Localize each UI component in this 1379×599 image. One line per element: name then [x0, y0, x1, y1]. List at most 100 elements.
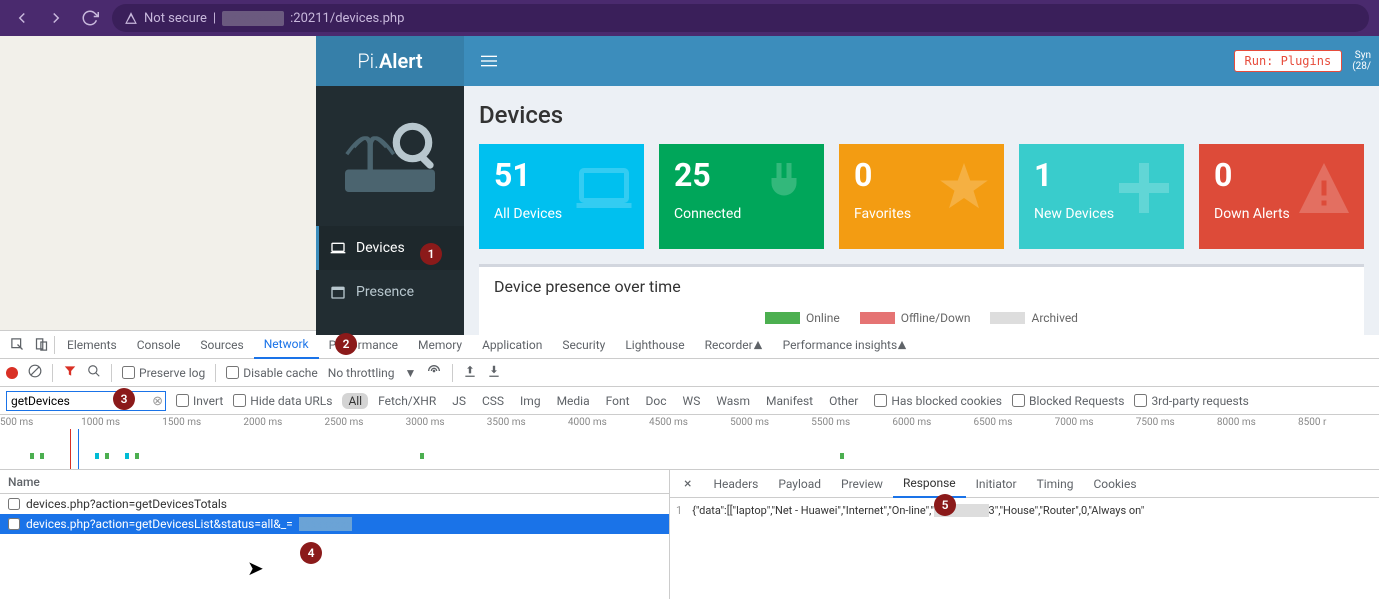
annotation-5: 5	[934, 494, 956, 516]
device-toggle-icon[interactable]	[30, 337, 52, 352]
legend-online[interactable]: Online	[765, 311, 840, 325]
laptop-icon	[330, 240, 346, 256]
devtools-tab-performance-insights[interactable]: Performance insights	[773, 331, 918, 359]
download-har-icon[interactable]	[487, 364, 501, 381]
request-list-header[interactable]: Name	[0, 470, 669, 494]
filter-type-js[interactable]: JS	[446, 393, 472, 409]
response-body[interactable]: 1 {"data":[["laptop","Net - Huawei","Int…	[670, 498, 1379, 523]
close-details-icon[interactable]: ×	[676, 476, 699, 492]
response-tab-cookies[interactable]: Cookies	[1083, 470, 1146, 498]
star-icon	[934, 154, 994, 236]
clear-button[interactable]	[28, 364, 42, 381]
plug-icon	[754, 154, 814, 236]
hide-data-urls-check[interactable]: Hide data URLs	[233, 394, 332, 408]
response-tab-preview[interactable]: Preview	[831, 470, 893, 498]
timeline-tick: 1000 ms	[81, 417, 162, 428]
timeline-tick: 8000 ms	[1217, 417, 1298, 428]
request-row[interactable]: devices.php?action=getDevicesTotals	[0, 494, 669, 514]
response-tab-timing[interactable]: Timing	[1027, 470, 1084, 498]
stat-card[interactable]: 0Favorites	[839, 144, 1004, 249]
back-button[interactable]	[10, 6, 34, 30]
devtools-tab-memory[interactable]: Memory	[408, 331, 472, 359]
router-scan-icon	[335, 111, 445, 201]
filter-type-ws[interactable]: WS	[677, 393, 707, 409]
filter-type-other[interactable]: Other	[823, 393, 864, 409]
response-tab-payload[interactable]: Payload	[768, 470, 831, 498]
timeline-tick: 3000 ms	[406, 417, 487, 428]
devtools-tab-performance[interactable]: Performance	[319, 331, 408, 359]
sidebar-devices-label: Devices	[356, 240, 405, 256]
filter-type-font[interactable]: Font	[600, 393, 636, 409]
run-plugins-button[interactable]: Run: Plugins	[1234, 50, 1343, 72]
stat-card[interactable]: 51All Devices	[479, 144, 644, 249]
response-tab-headers[interactable]: Headers	[703, 470, 768, 498]
response-tab-response[interactable]: Response	[893, 470, 966, 498]
search-icon[interactable]	[87, 364, 101, 381]
throttling-select[interactable]: No throttling	[328, 366, 395, 380]
timeline-tick: 6000 ms	[892, 417, 973, 428]
invert-check[interactable]: Invert	[176, 394, 223, 408]
network-conditions-icon[interactable]	[426, 363, 442, 382]
content-area: Devices 51All Devices25Connected0Favorit…	[464, 86, 1379, 335]
stat-card[interactable]: 0Down Alerts	[1199, 144, 1364, 249]
response-tab-initiator[interactable]: Initiator	[966, 470, 1027, 498]
devtools-tab-sources[interactable]: Sources	[190, 331, 253, 359]
upload-har-icon[interactable]	[463, 364, 477, 381]
inspect-icon[interactable]	[6, 337, 28, 352]
request-list: Name devices.php?action=getDevicesTotals…	[0, 470, 670, 599]
legend-offline[interactable]: Offline/Down	[860, 311, 971, 325]
disable-cache-check[interactable]: Disable cache	[226, 366, 318, 380]
browser-top-bar: Not secure | xxxxxxxxx:20211/devices.php	[0, 0, 1379, 36]
filter-type-css[interactable]: CSS	[476, 393, 510, 409]
devtools-tab-security[interactable]: Security	[552, 331, 615, 359]
timeline-tick: 6500 ms	[974, 417, 1055, 428]
security-label: Not secure	[144, 11, 207, 26]
filter-type-manifest[interactable]: Manifest	[760, 393, 819, 409]
devtools-tabs: ElementsConsoleSourcesNetworkPerformance…	[0, 331, 1379, 359]
devtools-tab-console[interactable]: Console	[127, 331, 191, 359]
devtools-tab-lighthouse[interactable]: Lighthouse	[615, 331, 694, 359]
sidebar-item-devices[interactable]: Devices	[316, 226, 464, 270]
sidebar-item-presence[interactable]: Presence	[316, 270, 464, 314]
record-button[interactable]	[6, 367, 18, 379]
legend-archived[interactable]: Archived	[990, 311, 1077, 325]
forward-button[interactable]	[44, 6, 68, 30]
stat-card[interactable]: 25Connected	[659, 144, 824, 249]
devtools-tab-elements[interactable]: Elements	[57, 331, 127, 359]
filter-type-wasm[interactable]: Wasm	[710, 393, 756, 409]
app-header: Pi.Alert Run: Plugins Syn(28/	[316, 36, 1379, 86]
devtools-tab-recorder[interactable]: Recorder	[695, 331, 773, 359]
preserve-log-check[interactable]: Preserve log	[122, 366, 205, 380]
menu-toggle-button[interactable]	[464, 53, 514, 69]
third-party-check[interactable]: 3rd-party requests	[1134, 394, 1248, 408]
stat-card[interactable]: 1New Devices	[1019, 144, 1184, 249]
blocked-requests-check[interactable]: Blocked Requests	[1012, 394, 1124, 408]
network-toolbar: Preserve log Disable cache No throttling…	[0, 359, 1379, 387]
calendar-icon	[330, 284, 346, 300]
filter-type-fetch-xhr[interactable]: Fetch/XHR	[372, 393, 442, 409]
annotation-3: 3	[113, 388, 135, 410]
reload-button[interactable]	[78, 6, 102, 30]
app-logo[interactable]: Pi.Alert	[316, 36, 464, 86]
request-row-selected[interactable]: devices.php?action=getDevicesList&status…	[0, 514, 669, 534]
blocked-cookies-check[interactable]: Has blocked cookies	[874, 394, 1002, 408]
filter-type-doc[interactable]: Doc	[640, 393, 673, 409]
timeline-tick: 5500 ms	[811, 417, 892, 428]
presence-title: Device presence over time	[494, 277, 1349, 296]
timeline-tick: 3500 ms	[487, 417, 568, 428]
filter-type-all[interactable]: All	[342, 393, 368, 409]
filter-toggle-icon[interactable]	[63, 364, 77, 381]
timeline-tick: 2500 ms	[325, 417, 406, 428]
timeline-tick: 5000 ms	[730, 417, 811, 428]
filter-type-img[interactable]: Img	[514, 393, 547, 409]
filter-input[interactable]	[6, 391, 166, 411]
devtools-tab-application[interactable]: Application	[472, 331, 552, 359]
presence-panel: Device presence over time Online Offline…	[479, 264, 1364, 335]
clear-filter-icon[interactable]: ⊗	[152, 394, 163, 409]
url-bar[interactable]: Not secure | xxxxxxxxx:20211/devices.php	[112, 4, 1369, 32]
devtools-tab-network[interactable]: Network	[254, 331, 319, 359]
annotation-1: 1	[420, 243, 442, 265]
plus-icon	[1114, 154, 1174, 236]
network-timeline[interactable]: 500 ms1000 ms1500 ms2000 ms2500 ms3000 m…	[0, 415, 1379, 470]
filter-type-media[interactable]: Media	[551, 393, 596, 409]
